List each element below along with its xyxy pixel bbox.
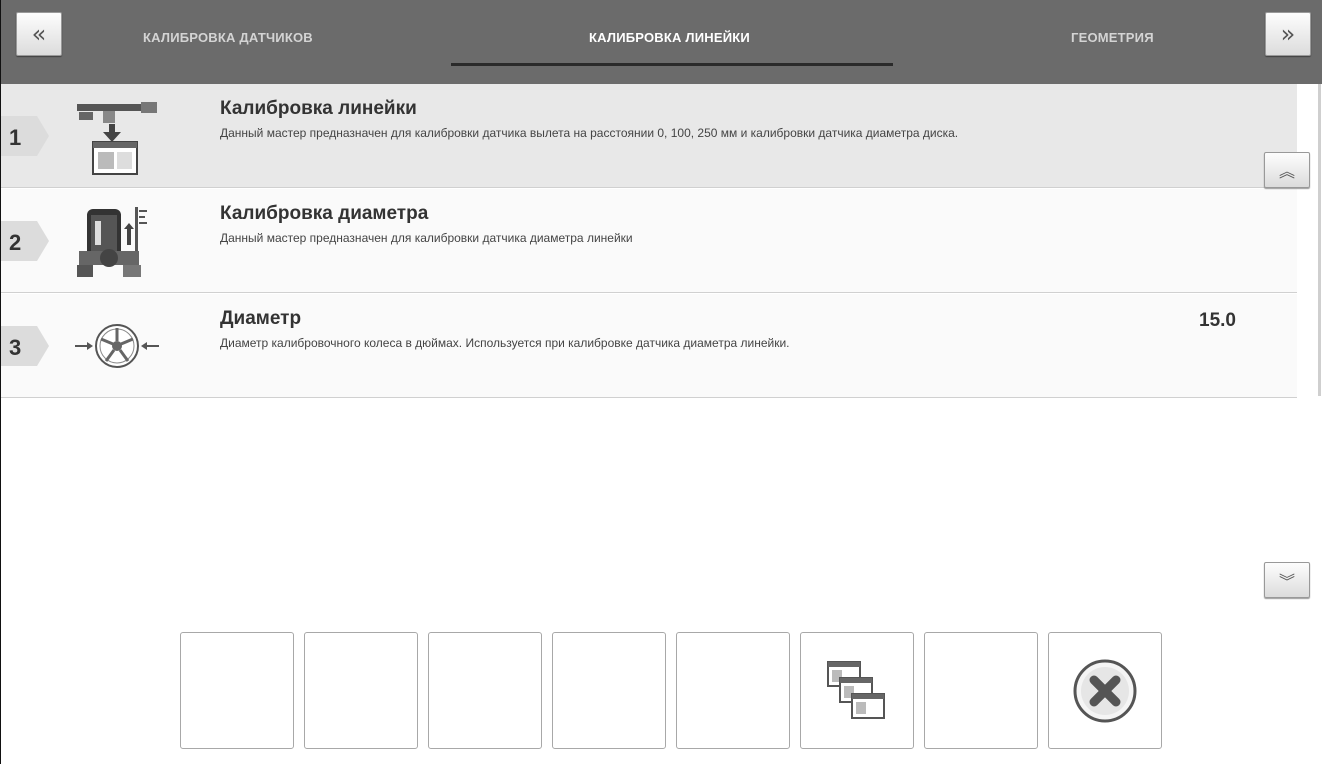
top-navigation-bar: « КАЛИБРОВКА ДАТЧИКОВ КАЛИБРОВКА ЛИНЕЙКИ… <box>0 0 1322 84</box>
diameter-calibration-icon <box>69 201 165 281</box>
toolbar-button-2[interactable] <box>304 632 418 749</box>
toolbar-button-4[interactable] <box>552 632 666 749</box>
next-section-button[interactable]: » <box>1265 12 1311 56</box>
diameter-value[interactable]: 15.0 <box>1199 310 1236 332</box>
windows-stack-icon <box>827 660 885 719</box>
scroll-up-button[interactable]: ︽ <box>1264 152 1310 188</box>
item-number-badge: 1 <box>1 116 49 156</box>
toolbar-button-7[interactable] <box>924 632 1038 749</box>
double-chevron-right-icon: » <box>1280 20 1296 48</box>
windows-button[interactable] <box>800 632 914 749</box>
bottom-toolbar <box>180 632 1162 750</box>
toolbar-button-3[interactable] <box>428 632 542 749</box>
scrollbar[interactable] <box>1318 84 1321 396</box>
item-description: Данный мастер предназначен для калибровк… <box>220 126 959 140</box>
list-item[interactable]: 3 Диаметр Диаметр калибровочного колеса … <box>1 294 1297 398</box>
active-tab-indicator <box>451 63 893 66</box>
toolbar-button-1[interactable] <box>180 632 294 749</box>
scroll-down-button[interactable]: ︾ <box>1264 562 1310 598</box>
wheel-diameter-icon <box>69 306 165 386</box>
item-number-badge: 2 <box>1 221 49 261</box>
item-title: Калибровка линейки <box>220 98 417 119</box>
double-chevron-left-icon: « <box>31 20 47 48</box>
item-description: Диаметр калибровочного колеса в дюймах. … <box>220 336 790 350</box>
item-title: Диаметр <box>220 308 302 329</box>
list-item[interactable]: 1 Калибровка линейки Данный мастер предн… <box>1 84 1297 188</box>
toolbar-button-5[interactable] <box>676 632 790 749</box>
item-title: Калибровка диаметра <box>220 203 429 224</box>
close-button[interactable] <box>1048 632 1162 749</box>
scroll-down-icon: ︾ <box>1278 572 1295 591</box>
ruler-calibration-icon <box>69 96 165 176</box>
previous-section-button[interactable]: « <box>16 12 62 56</box>
item-number-badge: 3 <box>1 326 49 366</box>
close-x-icon <box>1073 659 1137 722</box>
item-description: Данный мастер предназначен для калибровк… <box>220 231 633 245</box>
list-item[interactable]: 2 Калибровка диаметра Данный мастер пред… <box>1 189 1297 293</box>
tab-sensor-calibration[interactable]: КАЛИБРОВКА ДАТЧИКОВ <box>143 30 313 45</box>
tab-geometry[interactable]: ГЕОМЕТРИЯ <box>1071 30 1154 45</box>
scroll-up-icon: ︽ <box>1278 162 1295 181</box>
tab-ruler-calibration[interactable]: КАЛИБРОВКА ЛИНЕЙКИ <box>589 30 750 45</box>
